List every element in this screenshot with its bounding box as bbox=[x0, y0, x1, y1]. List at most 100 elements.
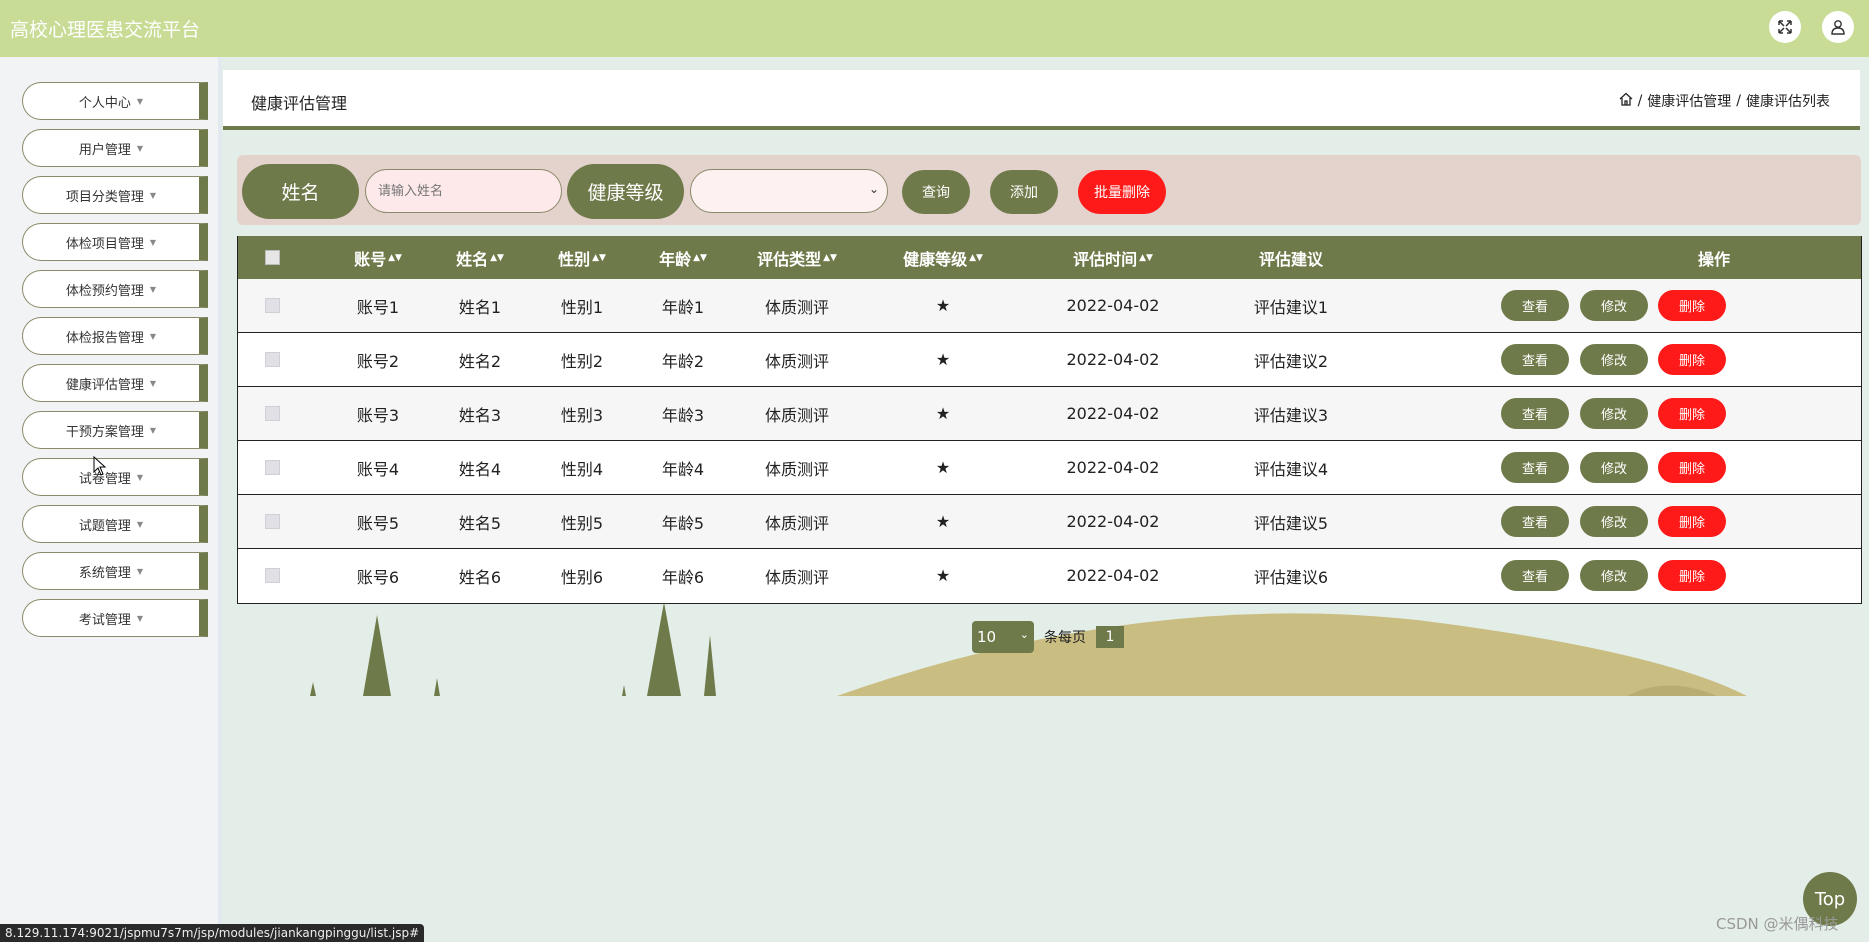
edit-button[interactable]: 修改 bbox=[1580, 344, 1648, 375]
caret-down-icon: ▼ bbox=[136, 566, 144, 576]
sort-icon: ▲▼ bbox=[388, 252, 402, 263]
sidebar: 个人中心 ▼ 用户管理 ▼ 项目分类管理 ▼ 体检项目管理 ▼ 体检预约管理 ▼ 体检报告… bbox=[0, 57, 222, 942]
edit-button[interactable]: 修改 bbox=[1580, 398, 1648, 429]
column-header-level[interactable]: 健康等级 ▲▼ bbox=[873, 236, 1013, 279]
star-icon: ★ bbox=[935, 458, 951, 477]
column-header-type[interactable]: 评估类型 ▲▼ bbox=[727, 236, 867, 279]
table-row: 账号2 姓名2 性别2 年龄2 体质测评 ★ 2022-04-02 评估建议2 … bbox=[238, 333, 1861, 387]
column-header-actions: 操作 bbox=[1697, 249, 1730, 269]
mouse-cursor-icon bbox=[93, 456, 107, 476]
top-bar: 高校心理医患交流平台 bbox=[0, 0, 1869, 57]
sidebar-item-exams[interactable]: 考试管理 ▼ bbox=[22, 599, 208, 637]
view-button[interactable]: 查看 bbox=[1501, 452, 1569, 483]
caret-down-icon: ▼ bbox=[149, 190, 157, 200]
per-page-label: 条每页 bbox=[1044, 630, 1086, 646]
caret-down-icon: ▼ bbox=[136, 143, 144, 153]
column-header-age[interactable]: 年龄 ▲▼ bbox=[623, 236, 743, 279]
caret-down-icon: ▼ bbox=[136, 472, 144, 482]
delete-button[interactable]: 删除 bbox=[1658, 290, 1726, 321]
delete-button[interactable]: 删除 bbox=[1658, 344, 1726, 375]
name-search-input[interactable] bbox=[365, 169, 562, 213]
breadcrumb-separator: / bbox=[1736, 93, 1741, 109]
sort-icon: ▲▼ bbox=[693, 252, 707, 263]
edit-button[interactable]: 修改 bbox=[1580, 560, 1648, 591]
caret-down-icon: ▼ bbox=[149, 331, 157, 341]
sidebar-item-project-category[interactable]: 项目分类管理 ▼ bbox=[22, 176, 208, 214]
view-button[interactable]: 查看 bbox=[1501, 506, 1569, 537]
edit-button[interactable]: 修改 bbox=[1580, 452, 1648, 483]
row-checkbox[interactable] bbox=[265, 352, 280, 367]
column-header-time[interactable]: 评估时间 ▲▼ bbox=[1043, 236, 1183, 279]
sort-icon: ▲▼ bbox=[490, 252, 504, 263]
sort-icon: ▲▼ bbox=[592, 252, 606, 263]
edit-button[interactable]: 修改 bbox=[1580, 290, 1648, 321]
chevron-down-icon: ⌄ bbox=[1019, 628, 1029, 641]
column-header-advice: 评估建议 bbox=[1258, 249, 1323, 269]
sidebar-item-users[interactable]: 用户管理 ▼ bbox=[22, 129, 208, 167]
breadcrumb-item-list: 健康评估列表 bbox=[1746, 94, 1830, 110]
row-checkbox[interactable] bbox=[265, 460, 280, 475]
table-row: 账号5 姓名5 性别5 年龄5 体质测评 ★ 2022-04-02 评估建议5 … bbox=[238, 495, 1861, 549]
caret-down-icon: ▼ bbox=[136, 613, 144, 623]
page-title: 健康评估管理 bbox=[251, 94, 348, 113]
view-button[interactable]: 查看 bbox=[1501, 344, 1569, 375]
health-level-select[interactable]: ⌄ bbox=[690, 169, 888, 213]
watermark: CSDN @米偶科技 bbox=[1716, 915, 1839, 933]
caret-down-icon: ▼ bbox=[136, 519, 144, 529]
star-icon: ★ bbox=[935, 296, 951, 315]
page-header: 健康评估管理 / 健康评估管理 / 健康评估列表 bbox=[223, 70, 1860, 130]
view-button[interactable]: 查看 bbox=[1501, 560, 1569, 591]
caret-down-icon: ▼ bbox=[149, 237, 157, 247]
caret-down-icon: ▼ bbox=[136, 96, 144, 106]
page-number-button[interactable]: 1 bbox=[1096, 626, 1124, 648]
table-body: 账号1 姓名1 性别1 年龄1 体质测评 ★ 2022-04-02 评估建议1 … bbox=[238, 279, 1861, 603]
caret-down-icon: ▼ bbox=[149, 284, 157, 294]
delete-button[interactable]: 删除 bbox=[1658, 398, 1726, 429]
star-icon: ★ bbox=[935, 350, 951, 369]
view-button[interactable]: 查看 bbox=[1501, 290, 1569, 321]
page-size-select[interactable]: 10 ⌄ bbox=[972, 621, 1034, 653]
row-checkbox[interactable] bbox=[265, 568, 280, 583]
table-row: 账号3 姓名3 性别3 年龄3 体质测评 ★ 2022-04-02 评估建议3 … bbox=[238, 387, 1861, 441]
batch-delete-button[interactable]: 批量删除 bbox=[1078, 170, 1166, 214]
sidebar-item-system[interactable]: 系统管理 ▼ bbox=[22, 552, 208, 590]
row-checkbox[interactable] bbox=[265, 514, 280, 529]
table-row: 账号4 姓名4 性别4 年龄4 体质测评 ★ 2022-04-02 评估建议4 … bbox=[238, 441, 1861, 495]
star-icon: ★ bbox=[935, 512, 951, 531]
add-button[interactable]: 添加 bbox=[990, 170, 1058, 214]
table-row: 账号1 姓名1 性别1 年龄1 体质测评 ★ 2022-04-02 评估建议1 … bbox=[238, 279, 1861, 333]
pagination: 10 ⌄ 条每页 1 bbox=[972, 621, 1124, 653]
caret-down-icon: ▼ bbox=[149, 378, 157, 388]
expand-icon[interactable] bbox=[1769, 11, 1801, 43]
row-checkbox[interactable] bbox=[265, 298, 280, 313]
breadcrumb: / 健康评估管理 / 健康评估列表 bbox=[1619, 91, 1830, 111]
breadcrumb-separator: / bbox=[1637, 93, 1643, 109]
sidebar-item-questions[interactable]: 试题管理 ▼ bbox=[22, 505, 208, 543]
sidebar-item-intervention-plan[interactable]: 干预方案管理 ▼ bbox=[22, 411, 208, 449]
sidebar-item-exam-booking[interactable]: 体检预约管理 ▼ bbox=[22, 270, 208, 308]
edit-button[interactable]: 修改 bbox=[1580, 506, 1648, 537]
view-button[interactable]: 查看 bbox=[1501, 398, 1569, 429]
query-button[interactable]: 查询 bbox=[902, 170, 970, 214]
home-icon[interactable] bbox=[1619, 92, 1633, 110]
app-title: 高校心理医患交流平台 bbox=[10, 20, 201, 41]
star-icon: ★ bbox=[935, 404, 951, 423]
sidebar-item-health-assessment[interactable]: 健康评估管理 ▼ bbox=[22, 364, 208, 402]
sidebar-item-exam-report[interactable]: 体检报告管理 ▼ bbox=[22, 317, 208, 355]
sidebar-item-personal-center[interactable]: 个人中心 ▼ bbox=[22, 82, 208, 120]
delete-button[interactable]: 删除 bbox=[1658, 452, 1726, 483]
row-checkbox[interactable] bbox=[265, 406, 280, 421]
sidebar-item-exam-project[interactable]: 体检项目管理 ▼ bbox=[22, 223, 208, 261]
name-label: 姓名 bbox=[242, 164, 359, 219]
status-bar-url: 8.129.11.174:9021/jspmu7s7m/jsp/modules/… bbox=[0, 924, 425, 942]
chevron-down-icon: ⌄ bbox=[868, 182, 879, 196]
sidebar-item-papers[interactable]: 试卷管理 ▼ bbox=[22, 458, 208, 496]
delete-button[interactable]: 删除 bbox=[1658, 560, 1726, 591]
table-header: 账号 ▲▼ 姓名 ▲▼ 性别 ▲▼ 年龄 ▲▼ 评估类型 ▲▼ 健康等级 ▲▼ 评估时间 ▲▼… bbox=[238, 236, 1861, 279]
breadcrumb-item-health-assessment[interactable]: 健康评估管理 bbox=[1647, 91, 1731, 111]
user-icon[interactable] bbox=[1822, 11, 1854, 43]
delete-button[interactable]: 删除 bbox=[1658, 506, 1726, 537]
sort-icon: ▲▼ bbox=[1139, 252, 1153, 263]
assessment-table: 账号 ▲▼ 姓名 ▲▼ 性别 ▲▼ 年龄 ▲▼ 评估类型 ▲▼ 健康等级 ▲▼ 评估时间 ▲▼… bbox=[237, 236, 1862, 604]
select-all-checkbox[interactable] bbox=[265, 250, 280, 265]
